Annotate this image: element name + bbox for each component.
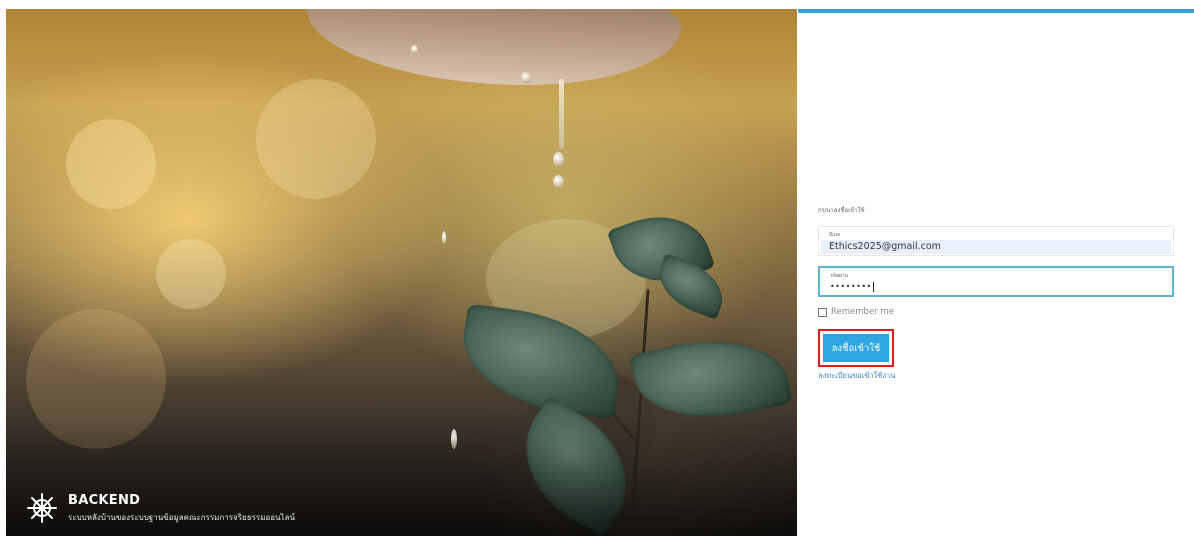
brand-title: BACKEND — [68, 492, 141, 508]
password-value[interactable]: •••••••• — [830, 280, 874, 294]
highlight-outline: ลงชื่อเข้าใช้ — [818, 329, 894, 367]
remember-label: Remember me — [831, 307, 894, 317]
water-drop — [411, 45, 418, 54]
email-field[interactable]: อีเมล Ethics2025@gmail.com — [818, 226, 1174, 256]
email-label: อีเมล — [829, 232, 841, 238]
password-field[interactable]: รหัสผ่าน •••••••• — [818, 266, 1174, 297]
leaf — [650, 253, 732, 320]
brand: BACKEND ระบบหลังบ้านของระบบฐานข้อมูลคณะก… — [26, 492, 295, 524]
ship-wheel-icon — [27, 493, 57, 523]
login-prompt: กรุณาลงชื่อเข้าใช้ — [818, 207, 865, 214]
register-link[interactable]: ลงทะเบียนขอเข้าใช้งาน — [818, 370, 1176, 382]
bokeh-light — [156, 239, 226, 309]
remember-checkbox[interactable] — [818, 307, 827, 317]
hand-image — [303, 9, 684, 94]
password-mask: •••••••• — [830, 282, 872, 291]
text-caret — [872, 281, 874, 292]
hero-image: BACKEND ระบบหลังบ้านของระบบฐานข้อมูลคณะก… — [6, 9, 797, 536]
password-label: รหัสผ่าน — [830, 273, 849, 279]
login-page: BACKEND ระบบหลังบ้านของระบบฐานข้อมูลคณะก… — [0, 0, 1194, 537]
bokeh-light — [66, 119, 156, 209]
water-drop — [521, 72, 531, 83]
login-form: กรุณาลงชื่อเข้าใช้ อีเมล Ethics2025@gmai… — [818, 205, 1176, 382]
email-value[interactable]: Ethics2025@gmail.com — [829, 240, 941, 254]
water-drop — [553, 152, 564, 167]
login-button[interactable]: ลงชื่อเข้าใช้ — [823, 334, 889, 362]
brand-subtitle: ระบบหลังบ้านของระบบฐานข้อมูลคณะกรรมการจร… — [68, 512, 295, 522]
water-drop — [553, 175, 564, 188]
water-drop — [442, 231, 446, 245]
brand-text: BACKEND ระบบหลังบ้านของระบบฐานข้อมูลคณะก… — [68, 493, 295, 524]
remember-me[interactable]: Remember me — [818, 307, 1176, 317]
water-stream — [559, 79, 564, 149]
top-accent-bar — [798, 9, 1194, 13]
bokeh-light — [256, 79, 376, 199]
